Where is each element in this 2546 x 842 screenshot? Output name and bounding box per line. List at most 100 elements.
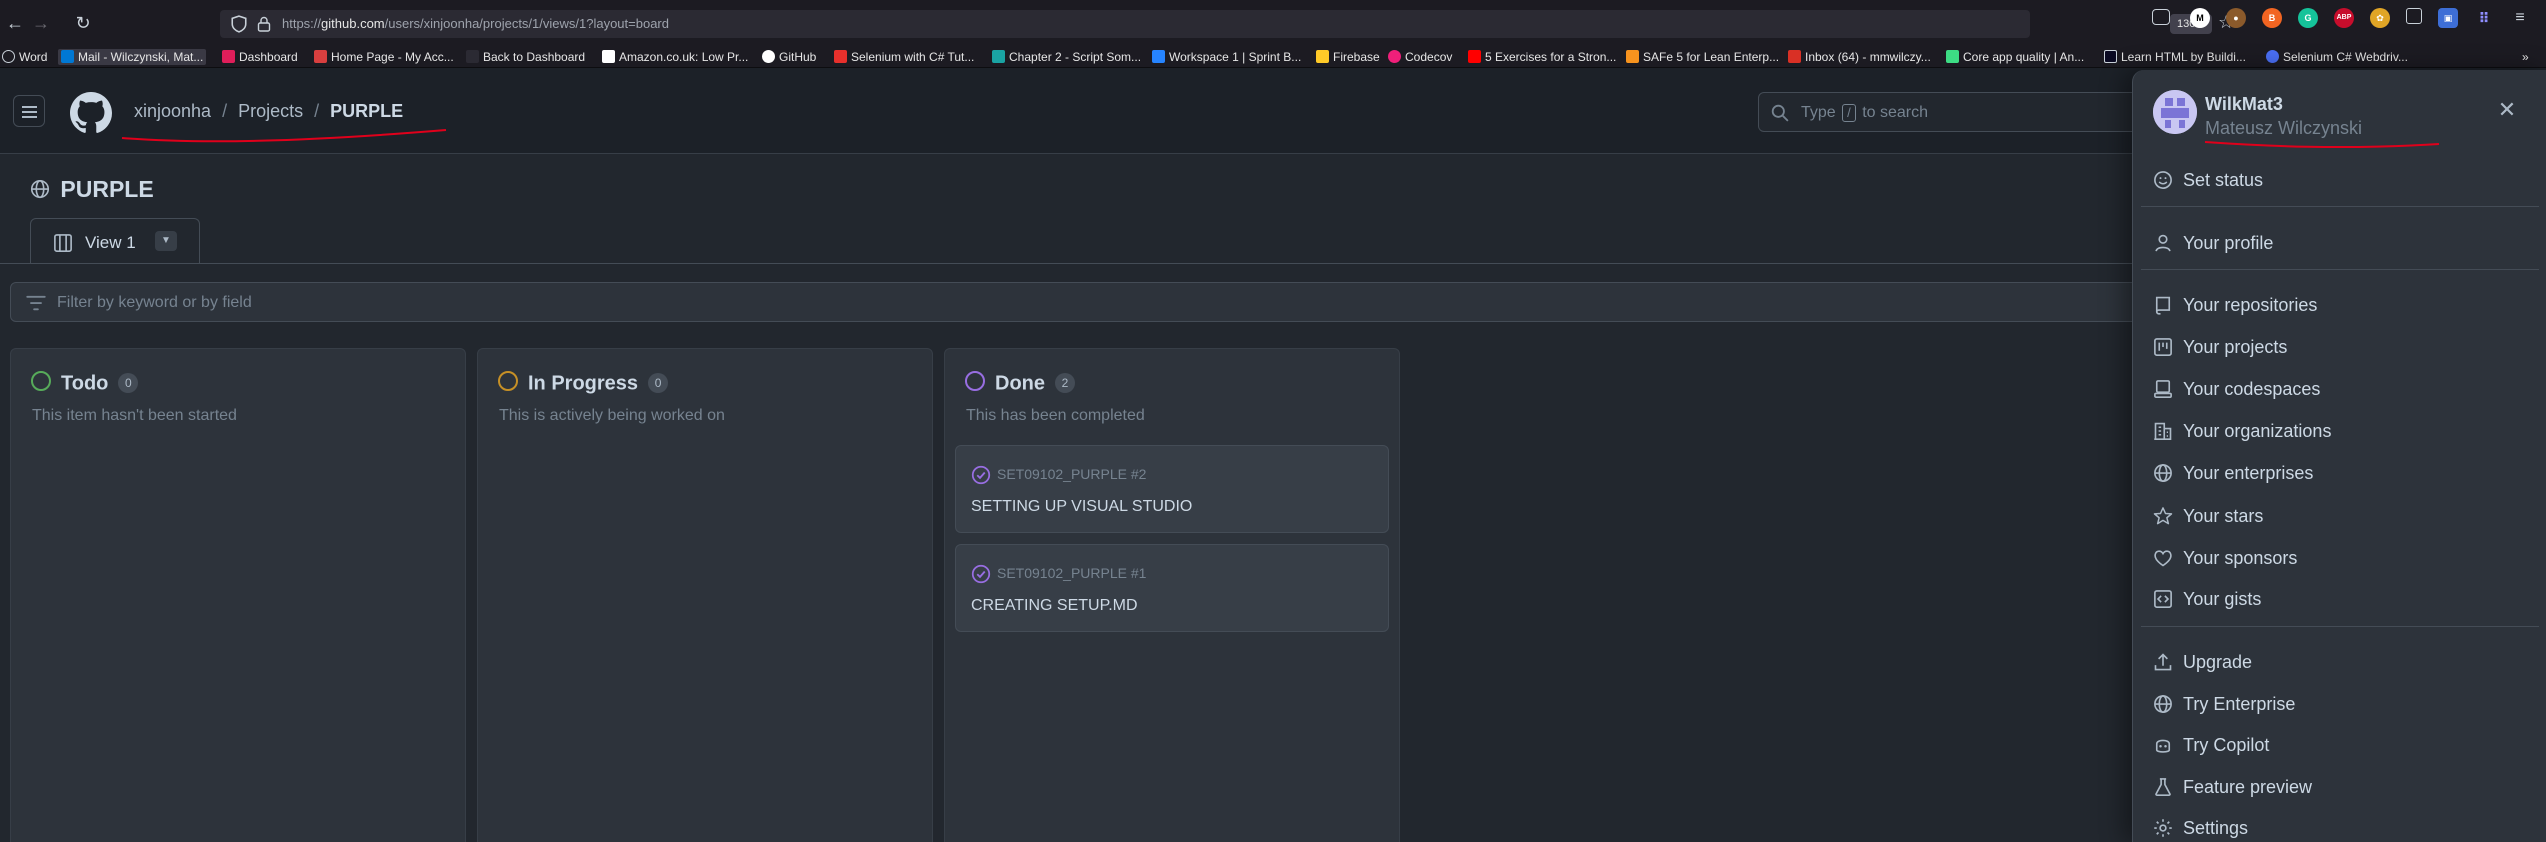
bookmark-item[interactable]: Inbox (64) - mmwilczy... (1788, 49, 1931, 65)
tab-label: View 1 (85, 233, 136, 252)
grammarly-icon[interactable]: G (2298, 8, 2318, 28)
tab-view-1[interactable]: View 1 ▼ (30, 218, 200, 264)
bookmark-item[interactable]: Chapter 2 - Script Som... (992, 49, 1141, 65)
reload-icon[interactable]: ↻ (70, 6, 96, 40)
menu-item-your-gists[interactable]: Your gists (2153, 582, 2533, 616)
bookmark-item[interactable]: Back to Dashboard (466, 49, 585, 65)
extension-b-icon[interactable]: B (2262, 8, 2282, 28)
menu-item-feature-preview[interactable]: Feature preview (2153, 770, 2533, 804)
menu-item-label: Set status (2183, 170, 2264, 190)
bookmark-item[interactable]: Workspace 1 | Sprint B... (1152, 49, 1301, 65)
github-logo-icon[interactable] (70, 92, 112, 134)
bookmark-item[interactable]: Selenium with C# Tut... (834, 49, 974, 65)
bookmark-item[interactable]: 5 Exercises for a Stron... (1468, 49, 1616, 65)
gear-icon (2154, 819, 2172, 837)
extensions-icon[interactable] (2406, 8, 2422, 24)
url-bar[interactable]: https://github.com/users/xinjoonha/proje… (220, 10, 2234, 38)
card-reference[interactable]: SET09102_PURPLE #2 (997, 466, 1146, 482)
column-description: This is actively being worked on (499, 407, 725, 424)
view-options-dropdown-button[interactable]: ▼ (155, 231, 177, 251)
card-reference[interactable]: SET09102_PURPLE #1 (997, 565, 1146, 581)
issue-closed-icon (971, 465, 991, 485)
column-count-badge: 0 (118, 373, 139, 393)
bookmark-item[interactable]: GitHub (762, 49, 816, 65)
menu-item-settings[interactable]: Settings (2153, 811, 2533, 842)
board-card[interactable]: SET09102_PURPLE #2 SETTING UP VISUAL STU… (955, 445, 1389, 533)
menu-item-label: Your repositories (2183, 295, 2318, 315)
menu-item-your-stars[interactable]: Your stars (2153, 499, 2533, 533)
issue-closed-icon (971, 564, 991, 584)
filter-input[interactable]: Filter by keyword or by field (10, 282, 2160, 322)
breadcrumb-projects-link[interactable]: Projects (238, 101, 303, 121)
star-icon (2153, 507, 2173, 525)
person-icon (2155, 234, 2171, 252)
back-icon[interactable]: ← (2, 6, 28, 40)
status-circle-icon (498, 371, 518, 391)
filter-placeholder: Filter by keyword or by field (57, 294, 252, 311)
menu-item-your-codespaces[interactable]: Your codespaces (2153, 372, 2533, 406)
menu-item-your-profile[interactable]: Your profile (2153, 226, 2533, 260)
board-column-done: Done 2 This has been completed SET09102_P… (944, 348, 1400, 842)
menu-item-try-enterprise[interactable]: Try Enterprise (2153, 687, 2533, 721)
menu-item-label: Your gists (2183, 589, 2262, 609)
forward-icon[interactable]: → (28, 6, 54, 40)
close-icon[interactable]: ✕ (2495, 98, 2519, 122)
extension-profile-icon[interactable]: ▣ (2438, 8, 2458, 28)
heart-icon (2154, 550, 2172, 567)
menu-item-label: Settings (2183, 818, 2249, 838)
bookmark-item[interactable]: Learn HTML by Buildi... (2104, 49, 2246, 65)
codespaces-icon (2154, 380, 2172, 398)
card-title[interactable]: SETTING UP VISUAL STUDIO (971, 498, 1192, 516)
menu-item-label: Your sponsors (2183, 548, 2298, 568)
hamburger-menu-button[interactable] (13, 95, 45, 127)
page-title: PURPLE (30, 176, 154, 203)
bookmark-item[interactable]: SAFe 5 for Lean Enterp... (1626, 49, 1779, 65)
app-menu-icon[interactable]: ≡ (2510, 8, 2530, 28)
shield-icon[interactable] (230, 15, 248, 33)
bookmark-item[interactable]: Dashboard (222, 49, 298, 65)
menu-item-your-enterprises[interactable]: Your enterprises (2153, 456, 2533, 490)
project-title-text: PURPLE (60, 176, 154, 202)
menu-item-your-repositories[interactable]: Your repositories (2153, 288, 2533, 322)
extension-squirrel-icon[interactable]: ● (2226, 8, 2246, 28)
lock-icon[interactable] (256, 15, 272, 33)
bookmark-item[interactable]: Codecov (1388, 49, 1452, 65)
code-square-icon (2154, 590, 2172, 608)
menu-item-label: Your enterprises (2183, 463, 2314, 483)
board-column-in-progress: In Progress 0 This is actively being work… (477, 348, 933, 842)
card-title[interactable]: CREATING SETUP.MD (971, 597, 1138, 615)
extension-settings-icon[interactable]: ✿ (2370, 8, 2390, 28)
column-description: This item hasn't been started (32, 407, 237, 424)
board-card[interactable]: SET09102_PURPLE #1 CREATING SETUP.MD (955, 544, 1389, 632)
bookmark-item[interactable]: Mail - Wilczynski, Mat... (58, 49, 207, 65)
menu-item-label: Try Enterprise (2183, 694, 2296, 714)
divider (2141, 269, 2539, 270)
menu-item-upgrade[interactable]: Upgrade (2153, 645, 2533, 679)
menu-item-your-projects[interactable]: Your projects (2153, 330, 2533, 364)
extension-grid-icon[interactable]: ⠿ (2474, 8, 2494, 28)
bookmark-item[interactable]: Selenium C# Webdriv... (2266, 49, 2408, 65)
bookmark-item[interactable]: Amazon.co.uk: Low Pr... (602, 49, 748, 65)
breadcrumb-owner-link[interactable]: xinjoonha (134, 101, 211, 121)
bookmark-item[interactable]: Core app quality | An... (1946, 49, 2084, 65)
bookmark-item[interactable]: Firebase (1316, 49, 1380, 65)
breadcrumb-project-link[interactable]: PURPLE (330, 101, 403, 121)
bookmarks-overflow-icon[interactable]: » (2522, 49, 2529, 65)
beaker-icon (2155, 778, 2171, 796)
board-column-todo: Todo 0 This item hasn't been started (10, 348, 466, 842)
adblock-plus-icon[interactable]: ABP (2334, 8, 2354, 28)
filter-icon (26, 295, 46, 311)
menu-item-your-organizations[interactable]: Your organizations (2153, 414, 2533, 448)
search-icon (1771, 104, 1789, 122)
menu-item-your-sponsors[interactable]: Your sponsors (2153, 541, 2533, 575)
bookmark-item[interactable]: Word (2, 49, 47, 65)
avatar-identicon (2153, 90, 2197, 134)
menu-item-set-status[interactable]: Set status (2153, 163, 2533, 197)
column-description: This has been completed (966, 407, 1145, 424)
extension-m-icon[interactable]: M (2190, 8, 2210, 28)
pocket-icon[interactable] (2152, 9, 2170, 25)
bookmark-item[interactable]: Home Page - My Acc... (314, 49, 454, 65)
menu-item-try-copilot[interactable]: Try Copilot (2153, 728, 2533, 762)
search-input[interactable]: Type / to search (1758, 92, 2138, 132)
annotation-underline (121, 129, 447, 143)
